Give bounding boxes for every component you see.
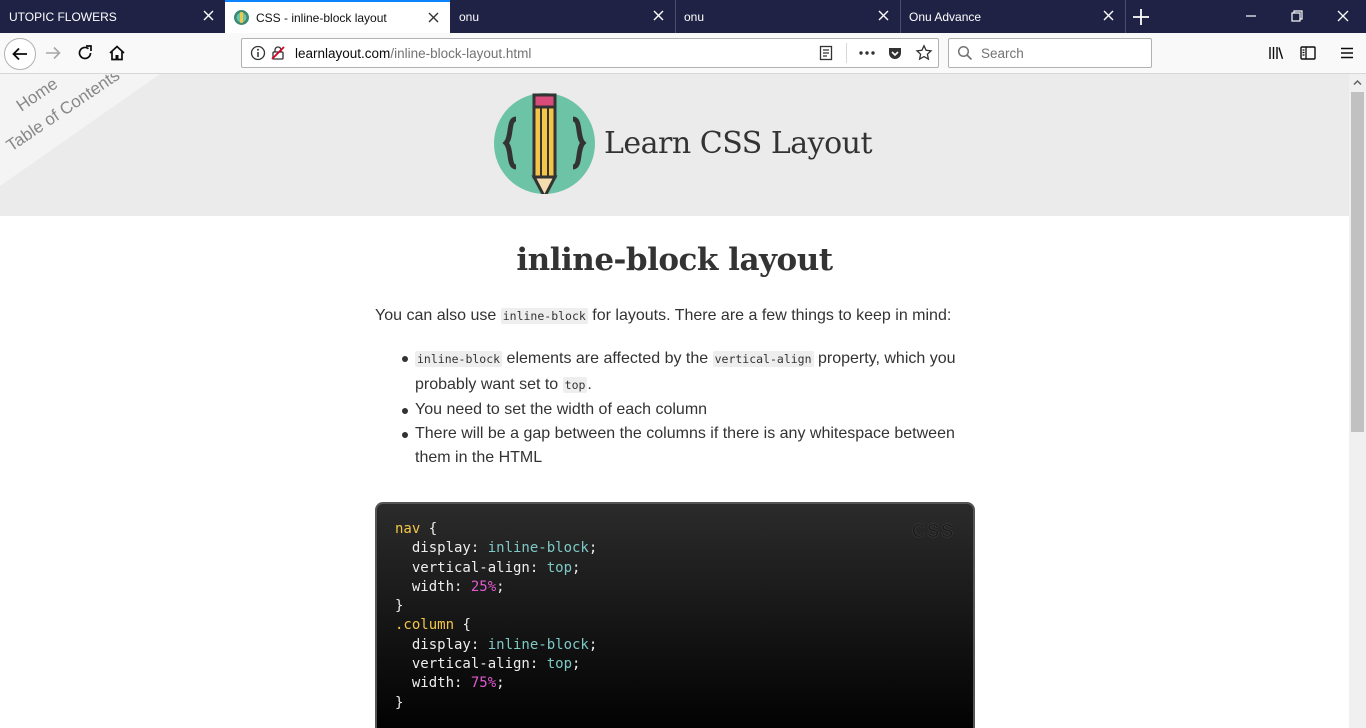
scroll-up-arrow-icon[interactable] <box>1349 74 1366 91</box>
urlbar-divider <box>846 43 847 63</box>
list-text: There will be a gap between the columns … <box>415 425 955 466</box>
reload-icon <box>78 45 92 60</box>
code-line: .column { <box>395 617 471 634</box>
library-icon <box>1269 47 1284 60</box>
tab-onu-advance[interactable]: Onu Advance <box>900 0 1125 33</box>
scrollbar-thumb[interactable] <box>1351 92 1364 432</box>
tab-utopic-flowers[interactable]: UTOPIC FLOWERS <box>0 0 225 33</box>
intro-paragraph: You can also use inline-block for layout… <box>375 304 975 328</box>
code-line: display: inline-block; <box>395 636 598 653</box>
article-body: You can also use inline-block for layout… <box>375 304 975 470</box>
sidebar-icon <box>1300 46 1316 60</box>
search-placeholder: Search <box>981 46 1024 61</box>
home-button[interactable] <box>104 40 130 66</box>
url-path: /inline-block-layout.html <box>390 46 532 61</box>
intro-text-before: You can also use <box>375 307 501 324</box>
code-line: display: inline-block; <box>395 540 598 557</box>
tab-title: Onu Advance <box>909 9 982 24</box>
tab-title: onu <box>459 9 480 24</box>
list-item: inline-block elements are affected by th… <box>402 346 972 398</box>
code-line: vertical-align: top; <box>395 656 581 673</box>
close-window-icon[interactable] <box>1335 8 1351 24</box>
close-icon[interactable] <box>652 9 665 22</box>
url-bar[interactable]: learnlayout.com/inline-block-layout.html <box>241 38 939 68</box>
tab-strip: UTOPIC FLOWERS CSS - inline-block layout… <box>0 0 1366 33</box>
tab-onu-2[interactable]: onu <box>675 0 900 33</box>
page-title: inline-block layout <box>516 242 833 278</box>
pencil-logo-icon[interactable] <box>494 93 595 194</box>
code-line: } <box>395 694 404 711</box>
list-item: There will be a gap between the columns … <box>402 422 972 470</box>
insecure-connection-icon[interactable] <box>270 45 286 61</box>
home-icon <box>109 45 125 61</box>
library-button[interactable] <box>1263 40 1289 66</box>
reload-button[interactable] <box>72 40 98 66</box>
inline-code: inline-block <box>415 351 503 367</box>
inline-code: inline-block <box>500 308 588 324</box>
inline-code: vertical-align <box>712 351 814 367</box>
close-icon[interactable] <box>427 11 440 24</box>
url-text[interactable]: learnlayout.com/inline-block-layout.html <box>295 46 531 61</box>
menu-button[interactable] <box>1334 40 1360 66</box>
hamburger-menu-icon <box>1341 47 1353 59</box>
forward-arrow-icon <box>46 46 61 60</box>
list-item: You need to set the width of each column <box>402 398 972 422</box>
sidebar-button[interactable] <box>1295 40 1321 66</box>
tips-list: inline-block elements are affected by th… <box>375 346 975 470</box>
new-tab-icon[interactable] <box>1130 6 1152 28</box>
forward-button[interactable] <box>40 40 66 66</box>
code-line: vertical-align: top; <box>395 559 581 576</box>
web-page: Home Table of Contents Learn CSS Layout … <box>0 74 1349 728</box>
close-icon[interactable] <box>1102 9 1115 22</box>
page-actions-icon[interactable] <box>858 45 876 61</box>
url-domain: learnlayout.com <box>295 46 391 61</box>
list-text: . <box>587 376 592 393</box>
intro-text-after: for layouts. There are a few things to k… <box>587 307 952 324</box>
back-arrow-icon <box>12 47 27 61</box>
inline-code: top <box>562 377 588 393</box>
learnlayout-favicon-icon <box>234 10 249 25</box>
site-title[interactable]: Learn CSS Layout <box>604 126 873 161</box>
code-line: width: 75%; <box>395 675 505 692</box>
tab-title: UTOPIC FLOWERS <box>9 9 117 24</box>
tab-title: onu <box>684 9 705 24</box>
site-header: Home Table of Contents Learn CSS Layout <box>0 74 1349 216</box>
close-icon[interactable] <box>202 9 215 22</box>
list-text: elements are affected by the <box>502 350 713 367</box>
info-icon[interactable] <box>250 45 266 61</box>
tab-title: CSS - inline-block layout <box>256 10 387 25</box>
list-text: You need to set the width of each column <box>415 401 708 418</box>
code-line: width: 25%; <box>395 578 505 595</box>
back-button[interactable] <box>4 38 36 70</box>
bookmark-star-icon[interactable] <box>915 44 933 62</box>
code-language-label: CSS <box>911 521 955 541</box>
close-icon[interactable] <box>877 9 890 22</box>
tab-divider <box>1125 0 1126 33</box>
restore-icon[interactable] <box>1289 8 1305 24</box>
corner-navigation: Home Table of Contents <box>0 74 160 186</box>
minimize-icon[interactable] <box>1243 8 1259 24</box>
search-icon <box>957 45 973 61</box>
code-line: nav { <box>395 521 438 537</box>
search-input[interactable]: Search <box>948 38 1152 68</box>
code-line: } <box>395 598 404 615</box>
tab-onu[interactable]: onu <box>450 0 675 33</box>
navigation-toolbar: learnlayout.com/inline-block-layout.html… <box>0 33 1366 74</box>
pocket-icon[interactable] <box>887 45 903 61</box>
code-block: CSS nav { display: inline-block; vertica… <box>375 502 975 728</box>
tab-css-inline-block-layout[interactable]: CSS - inline-block layout <box>225 0 450 33</box>
reader-view-icon[interactable] <box>818 45 834 61</box>
